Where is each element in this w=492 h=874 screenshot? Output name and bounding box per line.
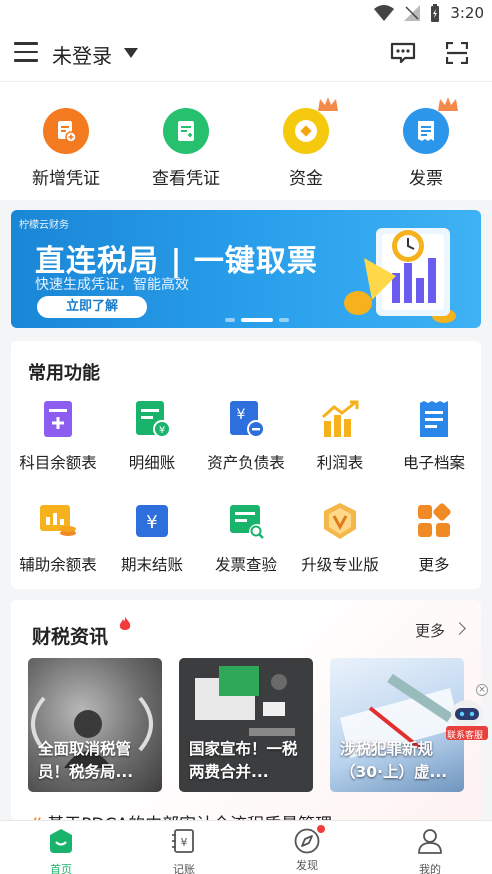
close-icon[interactable]: × xyxy=(476,684,488,696)
article-caption: 国家宣布！一税两费合并... xyxy=(189,740,298,781)
quick-invoice[interactable]: 发票 xyxy=(366,97,486,189)
e-archive-icon xyxy=(420,401,448,437)
account-balance-icon xyxy=(44,401,72,437)
tab-label: 记账 xyxy=(173,863,195,874)
quick-add-voucher[interactable]: 新增凭证 xyxy=(6,108,126,189)
quick-label: 资金 xyxy=(289,169,323,189)
news-article[interactable]: 国家宣布！一税两费合并... xyxy=(179,658,313,792)
feature-detail-ledger[interactable]: ¥ 明细账 xyxy=(105,399,199,473)
signal-icon xyxy=(404,5,421,21)
fire-icon xyxy=(119,617,131,630)
view-voucher-icon xyxy=(163,108,209,154)
notification-dot xyxy=(317,825,325,833)
feature-label: 明细账 xyxy=(128,454,176,472)
scan-icon[interactable] xyxy=(446,42,468,64)
quick-view-voucher[interactable]: 查看凭证 xyxy=(126,108,246,189)
tab-label: 发现 xyxy=(296,859,318,872)
crown-icon xyxy=(318,97,338,111)
invoice-check-icon xyxy=(230,505,265,540)
balance-sheet-icon: ¥ xyxy=(230,401,265,438)
feature-label: 更多 xyxy=(418,556,450,574)
tab-label: 我的 xyxy=(419,863,441,874)
battery-icon xyxy=(431,4,440,22)
invoice-chart-illustration xyxy=(344,228,456,323)
feature-more[interactable]: 更多 xyxy=(387,501,481,575)
tab-label: 首页 xyxy=(50,863,72,874)
more-grid-icon xyxy=(418,503,451,537)
tab-discover[interactable]: 发现 xyxy=(267,825,347,873)
feature-aux-balance[interactable]: 辅助余额表 xyxy=(11,501,105,575)
feature-period-close[interactable]: ¥ 期末结账 xyxy=(105,501,199,575)
feature-balance-sheet[interactable]: ¥ 资产负债表 xyxy=(199,399,293,473)
section-title: 财税资讯 xyxy=(32,626,109,648)
upgrade-pro-icon xyxy=(324,503,356,539)
tab-ledger[interactable]: ¥ 记账 xyxy=(144,827,224,874)
feature-profit-statement[interactable]: 利润表 xyxy=(293,399,387,473)
feature-label: 电子档案 xyxy=(402,454,465,472)
article-caption: 全面取消税管员！税务局... xyxy=(38,740,134,781)
profit-chart-icon xyxy=(321,400,359,437)
account-selector[interactable]: 未登录 xyxy=(52,40,112,69)
support-badge-label: 联系客服 xyxy=(447,731,484,741)
news-card: 财税资讯 更多 全面取消税管员！税务局... 国家宣布！一税两费合并... 涉税… xyxy=(11,600,481,835)
ledger-icon: ¥ xyxy=(172,829,194,853)
chevron-right-icon[interactable] xyxy=(453,622,466,635)
bottom-tab-bar: 首页 ¥ 记账 发现 我的 xyxy=(0,820,492,874)
add-voucher-icon xyxy=(43,108,89,154)
quick-label: 发票 xyxy=(409,169,443,189)
feature-label: 资产负债表 xyxy=(207,454,285,472)
feature-label: 辅助余额表 xyxy=(19,556,97,574)
home-icon xyxy=(50,829,72,853)
customer-service-robot[interactable]: 联系客服 × xyxy=(444,684,490,741)
feature-label: 升级专业版 xyxy=(301,556,379,574)
news-article[interactable]: 全面取消税管员！税务局... xyxy=(28,658,162,792)
banner-brand: 柠檬云财务 xyxy=(19,220,69,231)
section-title: 常用功能 xyxy=(28,363,100,384)
clock: 3:20 xyxy=(450,4,484,22)
news-more-link[interactable]: 更多 xyxy=(415,620,445,641)
quick-label: 新增凭证 xyxy=(32,169,100,189)
aux-balance-icon xyxy=(40,505,76,536)
funds-icon xyxy=(283,97,338,154)
svg-text:¥: ¥ xyxy=(237,407,246,423)
crown-icon xyxy=(438,97,458,111)
svg-text:¥: ¥ xyxy=(146,512,157,533)
status-bar: 3:20 xyxy=(0,0,492,28)
detail-ledger-icon: ¥ xyxy=(136,401,171,438)
tab-profile[interactable]: 我的 xyxy=(390,827,470,874)
banner-subline: 快速生成凭证，智能高效 xyxy=(35,277,189,293)
caret-down-icon[interactable] xyxy=(124,48,138,58)
user-icon xyxy=(418,829,442,854)
period-close-icon: ¥ xyxy=(136,505,168,537)
quick-actions: 新增凭证 查看凭证 资金 发票 xyxy=(0,82,492,200)
feature-invoice-check[interactable]: 发票查验 xyxy=(199,501,293,575)
promo-banner[interactable]: 柠檬云财务 直连税局 | 一键取票 快速生成凭证，智能高效 立即了解 xyxy=(11,210,481,328)
banner-learn-more-button[interactable]: 立即了解 xyxy=(37,296,147,318)
banner-pagination xyxy=(225,318,289,322)
quick-funds[interactable]: 资金 xyxy=(246,97,366,189)
feature-e-archive[interactable]: 电子档案 xyxy=(387,399,481,473)
feature-label: 利润表 xyxy=(316,454,364,472)
invoice-icon xyxy=(403,97,458,154)
feature-label: 期末结账 xyxy=(120,556,183,574)
menu-icon[interactable] xyxy=(14,42,38,64)
feature-label: 发票查验 xyxy=(214,556,277,574)
common-features-card: 常用功能 科目余额表 ¥ 明细账 ¥ 资产负债表 利润表 电子档案 辅助余额表 … xyxy=(11,341,481,589)
svg-text:¥: ¥ xyxy=(181,836,188,849)
feature-account-balance[interactable]: 科目余额表 xyxy=(11,399,105,473)
article-caption: 涉税犯罪新规（30·上）虚... xyxy=(340,740,448,781)
tab-home[interactable]: 首页 xyxy=(21,827,101,874)
message-icon[interactable] xyxy=(390,42,416,64)
quick-label: 查看凭证 xyxy=(152,169,220,189)
svg-text:¥: ¥ xyxy=(159,425,165,436)
feature-label: 科目余额表 xyxy=(19,454,97,472)
wifi-icon xyxy=(374,5,395,21)
top-bar: 未登录 xyxy=(0,28,492,82)
feature-upgrade-pro[interactable]: 升级专业版 xyxy=(293,501,387,575)
